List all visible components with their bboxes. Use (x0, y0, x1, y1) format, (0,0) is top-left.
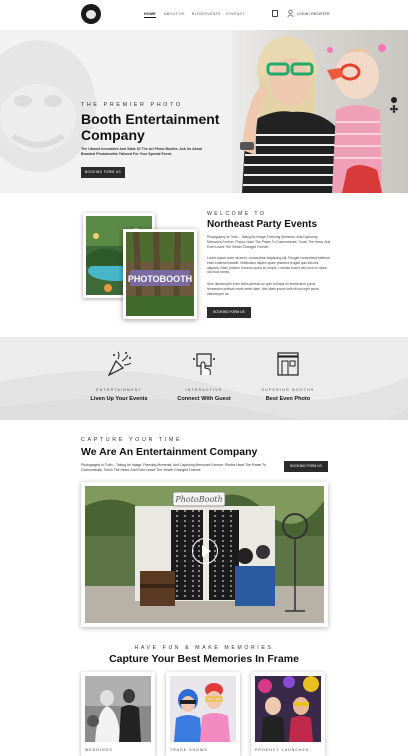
hero-photo (232, 30, 408, 193)
memory-label-weddings: WEDDINGS (85, 748, 113, 752)
nav-contact[interactable]: CONTACT (226, 12, 245, 16)
memory-card-trade-shows[interactable]: TRADE SHOWS (166, 672, 240, 756)
touch-screen-icon (193, 353, 215, 376)
video-thumbnail: PhotoBooth (85, 486, 324, 623)
entertainment-title: We Are An Entertainment Company (81, 446, 258, 458)
entertainment-booking-button[interactable]: BOOKING FORM US (284, 461, 328, 472)
wave-background (0, 370, 408, 420)
service-eyebrow-booths: SUPERIOR BOOTHS (261, 388, 315, 392)
about-paragraph-2: Lorem ipsum dolor sit amet, consectetur … (207, 256, 330, 275)
entertainment-eyebrow: CAPTURE YOUR TIME (81, 437, 183, 443)
about-eyebrow: WELCOME TO (207, 211, 267, 217)
logo-gorilla-icon[interactable] (81, 4, 101, 24)
video-player[interactable]: PhotoBooth (81, 482, 328, 627)
memories-title: Capture Your Best Memories In Frame (109, 653, 299, 665)
memory-image-trade-shows (170, 676, 236, 742)
memory-card-weddings[interactable]: WEDDINGS (81, 672, 155, 756)
cart-icon[interactable] (272, 10, 278, 17)
play-button-icon[interactable] (192, 538, 218, 564)
entertainment-description: Photography Is Truth – Taking An Image, … (81, 463, 266, 472)
service-title-booths: Best Even Photo (265, 396, 311, 402)
nav-blog-events[interactable]: BLOG/EVENTS (192, 12, 221, 16)
nav-home[interactable]: HOME (144, 12, 156, 18)
services-band: ENTERTAINMENT Liven Up Your Events INTER… (0, 337, 408, 420)
nav-about[interactable]: ABOUT US (164, 12, 185, 16)
about-paragraph-1: Photography Is Truth – Taking An Image, … (207, 235, 331, 249)
memories-eyebrow: HAVE FUN & MAKE MEMORIES (134, 645, 274, 651)
memory-card-product-launches[interactable]: PRODUCT LAUNCHES (251, 672, 325, 756)
slider-dot-icon[interactable] (391, 97, 397, 103)
memory-label-product-launches: PRODUCT LAUNCHES (255, 748, 310, 752)
hero-title: Booth Entertainment Company (81, 111, 220, 143)
hero-booking-button[interactable]: BOOKING FORM US (81, 167, 125, 178)
about-paragraph-3: Sem ullamcorper enim tellus aenean ac qu… (207, 282, 319, 296)
booth-sign-text: PhotoBooth (174, 495, 222, 504)
party-popper-icon (107, 351, 132, 377)
site-header: HOME ABOUT US BLOG/EVENTS CONTACT LOGIN … (0, 0, 408, 30)
photo-booth-icon (277, 352, 299, 376)
memory-image-product-launches (255, 676, 321, 742)
flower-icon[interactable] (390, 105, 398, 113)
hero-eyebrow: THE PREMIER PHOTO (81, 102, 183, 108)
photobooth-sign-text: PHOTOBOOTH (128, 274, 192, 284)
user-icon[interactable] (287, 9, 294, 18)
memory-image-weddings (85, 676, 151, 742)
about-image-photobooth-sign: PHOTOBOOTH (123, 229, 197, 319)
about-title: Northeast Party Events (207, 219, 318, 230)
hero-description: The Utmost Innovative And State Of The A… (81, 147, 203, 156)
hero-section: THE PREMIER PHOTO Booth Entertainment Co… (0, 30, 408, 193)
about-booking-button[interactable]: BOOKING FORM US (207, 307, 251, 318)
login-register-link[interactable]: LOGIN / REGISTER (297, 12, 330, 16)
memory-label-trade-shows: TRADE SHOWS (170, 748, 208, 752)
